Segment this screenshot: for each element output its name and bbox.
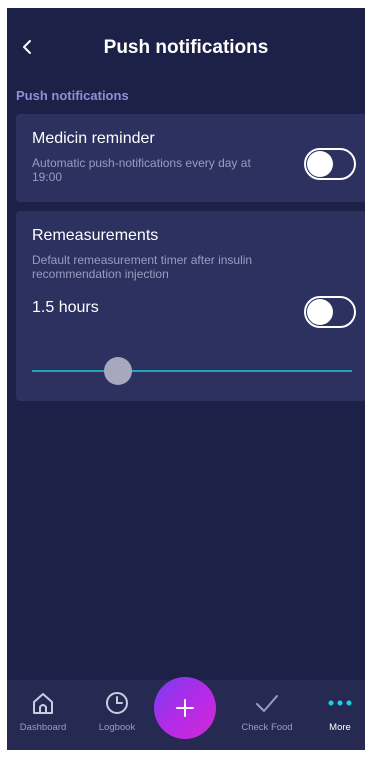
remeasurements-title: Remeasurements [32, 227, 159, 244]
page-title: Push notifications [103, 37, 269, 58]
nav-item-check-food[interactable]: Check Food [232, 688, 302, 734]
remeasurement-timer-slider[interactable] [32, 356, 352, 386]
medicine-reminder-description: Automatic push-notifications every day a… [32, 156, 251, 184]
remeasurement-timer-value: 1.5 hours [32, 299, 99, 316]
more-dots-icon [328, 700, 352, 706]
remeasurements-card: Remeasurements Default remeasurement tim… [16, 211, 365, 401]
medicine-reminder-toggle[interactable] [304, 148, 356, 180]
app-screen: Push notifications Push notifications Me… [7, 8, 365, 750]
nav-item-more[interactable]: More [305, 688, 365, 734]
nav-label-dashboard: Dashboard [19, 722, 67, 733]
slider-thumb[interactable] [104, 357, 133, 385]
nav-label-logbook: Logbook [98, 722, 136, 733]
nav-item-dashboard[interactable]: Dashboard [8, 688, 78, 734]
slider-track [32, 370, 352, 372]
medicine-reminder-card: Medicin reminder Automatic push-notifica… [16, 114, 365, 202]
header: Push notifications [7, 8, 365, 86]
plus-icon [176, 699, 194, 717]
checkmark-icon [256, 695, 278, 712]
toggle-knob [307, 299, 333, 325]
medicine-reminder-title: Medicin reminder [32, 130, 155, 147]
add-entry-button[interactable] [154, 677, 216, 739]
section-title: Push notifications [16, 88, 129, 103]
nav-item-logbook[interactable]: Logbook [82, 688, 152, 734]
toggle-knob [307, 151, 333, 177]
clock-icon [106, 692, 128, 714]
remeasurements-toggle[interactable] [304, 296, 356, 328]
nav-label-more: More [329, 722, 351, 733]
home-icon [33, 693, 53, 714]
remeasurements-description: Default remeasurement timer after insuli… [32, 253, 253, 281]
nav-label-check-food: Check Food [241, 722, 293, 733]
